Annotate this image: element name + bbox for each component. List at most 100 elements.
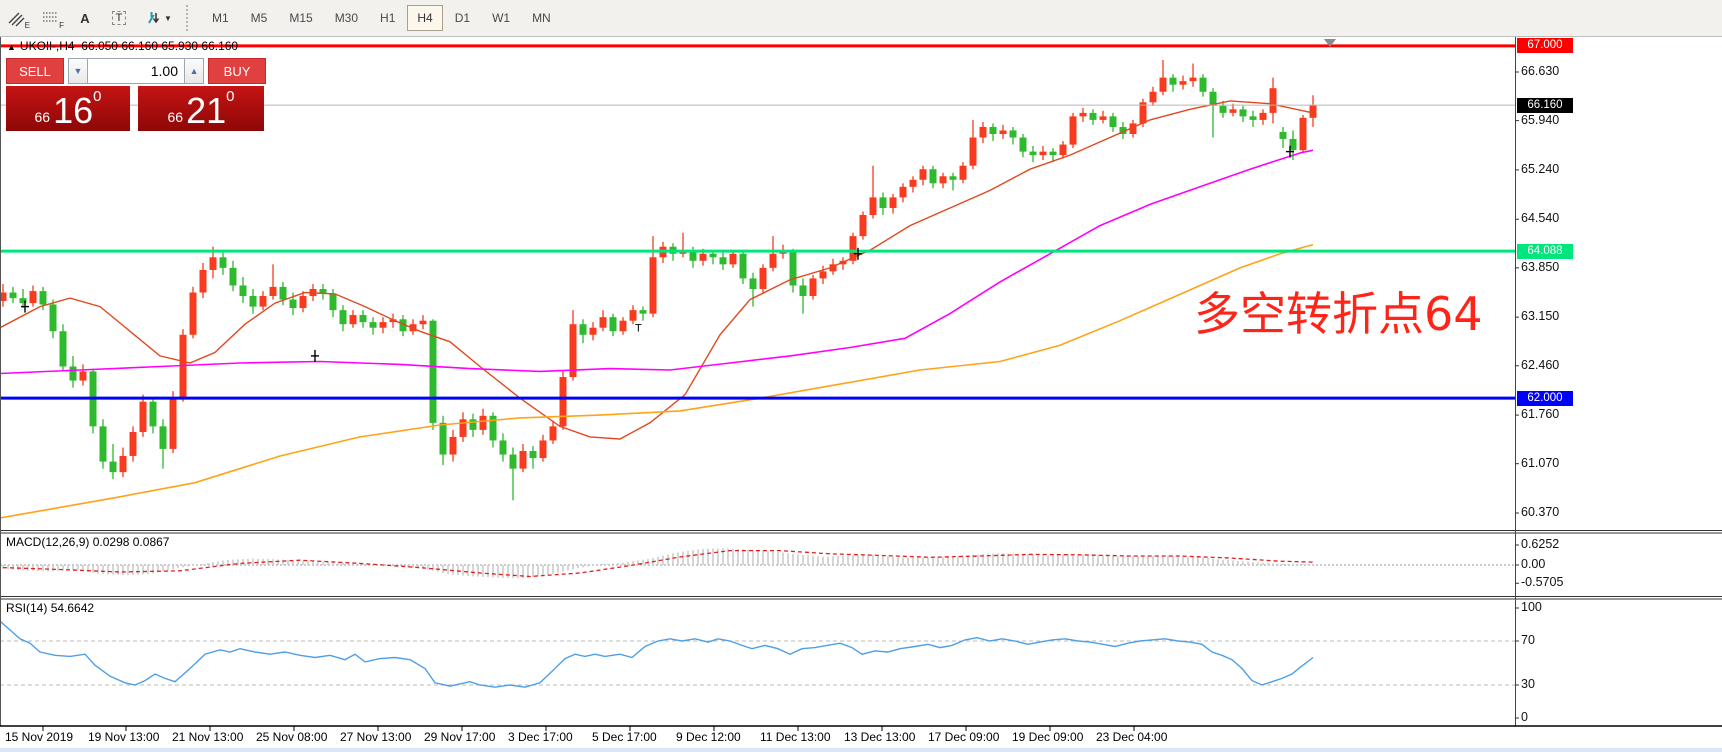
time-axis-label: 19 Dec 09:00 <box>1012 730 1083 744</box>
candle-body <box>990 127 997 134</box>
candle-body <box>520 451 527 469</box>
timeframe-button-m1[interactable]: M1 <box>202 5 239 31</box>
volume-decrease-button[interactable]: ▼ <box>68 58 88 84</box>
timeframe-button-h4[interactable]: H4 <box>407 5 442 31</box>
candle-body <box>150 402 157 427</box>
price-axis-label: 64.540 <box>1521 211 1559 225</box>
candle-body <box>970 138 977 166</box>
time-axis-label: 17 Dec 09:00 <box>928 730 999 744</box>
candle-body <box>1010 130 1017 137</box>
candle-body <box>300 296 307 308</box>
candle-body <box>380 322 387 328</box>
volume-input[interactable] <box>88 58 184 84</box>
ask-price-tile[interactable]: 66210 <box>138 86 264 131</box>
candle-body <box>1160 78 1167 92</box>
candle-body <box>620 321 627 332</box>
candle-body <box>330 294 337 310</box>
candle-body <box>910 180 917 187</box>
candle-body <box>130 432 137 456</box>
candle-body <box>610 317 617 331</box>
candle-body <box>1030 152 1037 156</box>
symbol-direction-arrow: ▲ <box>7 42 16 52</box>
candle-body <box>770 254 777 268</box>
price-axis-label: 65.240 <box>1521 162 1559 176</box>
candle-body <box>600 317 607 328</box>
timeframe-button-m15[interactable]: M15 <box>279 5 322 31</box>
timeframe-button-h1[interactable]: H1 <box>370 5 405 31</box>
candle-body <box>270 287 277 296</box>
candle-body <box>1190 78 1197 82</box>
buy-button[interactable]: BUY <box>208 58 266 84</box>
symbol-ohlc-values: 66.050 66.160 65.930 66.160 <box>81 39 238 53</box>
candle-body <box>560 377 567 426</box>
timeframe-button-w1[interactable]: W1 <box>482 5 520 31</box>
candle-body <box>710 254 717 258</box>
candle-body <box>230 268 237 286</box>
candle-body <box>1230 109 1237 113</box>
candle-body <box>1170 78 1177 85</box>
candle-body <box>530 451 537 458</box>
time-axis-label: 5 Dec 17:00 <box>592 730 657 744</box>
candle-body <box>940 176 947 183</box>
text-label-icon[interactable]: A <box>70 5 100 31</box>
timeframe-button-mn[interactable]: MN <box>522 5 561 31</box>
candle-body <box>880 197 887 208</box>
time-axis-label: 29 Nov 17:00 <box>424 730 495 744</box>
timeframe-button-m5[interactable]: M5 <box>241 5 278 31</box>
candle-body <box>440 423 447 455</box>
candle-body <box>950 176 957 180</box>
price-badge-64.088: 64.088 <box>1517 244 1573 259</box>
candle-body <box>860 215 867 236</box>
candle-body <box>960 166 967 180</box>
candle-body <box>350 315 357 324</box>
candle-body <box>370 322 377 328</box>
candle-body <box>1220 106 1227 113</box>
indicators-grid-icon[interactable]: F <box>36 5 66 31</box>
candle-body <box>70 366 77 380</box>
arrow-objects-icon[interactable]: ▼ <box>138 5 178 31</box>
candle-body <box>1260 113 1267 120</box>
candle-body <box>210 257 217 270</box>
candle-body <box>1060 145 1067 156</box>
symbol-name: UKOIl-,H4 <box>20 39 75 53</box>
candle-body <box>720 257 727 264</box>
candle-body <box>650 257 657 313</box>
timeframe-button-m30[interactable]: M30 <box>325 5 368 31</box>
symbol-header: ▲ UKOIl-,H4 66.050 66.160 65.930 66.160 <box>7 39 238 53</box>
candle-body <box>1090 113 1097 120</box>
price-axis-label: 66.630 <box>1521 64 1559 78</box>
candle-body <box>360 315 367 322</box>
candle-body <box>290 300 297 308</box>
macd-axis-label: 0.6252 <box>1521 537 1559 551</box>
candle-body <box>810 278 817 296</box>
toolbar-grip[interactable] <box>186 5 195 31</box>
candle-body <box>1080 113 1087 117</box>
window-bottom-strip <box>0 748 1722 752</box>
candle-body <box>480 416 487 430</box>
candle-body <box>730 254 737 265</box>
candle-body <box>1100 116 1107 120</box>
text-box-icon[interactable]: T <box>104 5 134 31</box>
rsi-axis-label: 70 <box>1521 633 1535 647</box>
price-axis-label: 62.460 <box>1521 358 1559 372</box>
time-axis-label: 27 Nov 13:00 <box>340 730 411 744</box>
rsi-header: RSI(14) 54.6642 <box>6 601 94 615</box>
timeframe-button-d1[interactable]: D1 <box>445 5 480 31</box>
candle-body <box>1000 130 1007 134</box>
candle-body <box>140 402 147 432</box>
price-badge-66.160: 66.160 <box>1517 98 1573 113</box>
candle-body <box>200 270 207 293</box>
candle-body <box>890 197 897 208</box>
time-axis-label: 23 Dec 04:00 <box>1096 730 1167 744</box>
line-studies-icon[interactable]: E <box>2 5 32 31</box>
bid-price-tile[interactable]: 66160 <box>6 86 130 131</box>
macd-header: MACD(12,26,9) 0.0298 0.0867 <box>6 535 169 549</box>
rsi-axis-label: 30 <box>1521 677 1535 691</box>
sell-button[interactable]: SELL <box>6 58 64 84</box>
candle-body <box>220 257 227 268</box>
t-marker[interactable]: T <box>635 322 642 334</box>
price-badge-62.000: 62.000 <box>1517 391 1573 406</box>
rsi-line <box>0 621 1313 687</box>
trading-platform-window: E F A T ▼ M1M5M15M30H1H4D1W1MN T ▲ UKOIl-… <box>0 0 1722 752</box>
volume-increase-button[interactable]: ▲ <box>184 58 204 84</box>
